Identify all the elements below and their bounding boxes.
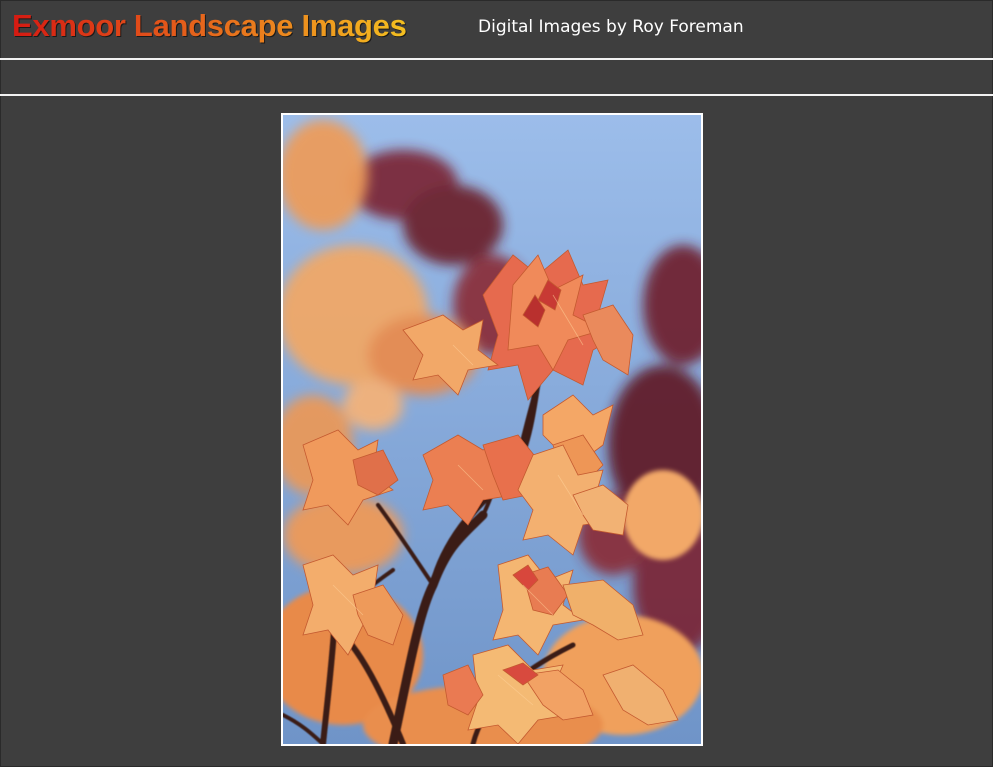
divider-bottom bbox=[0, 94, 993, 96]
site-header: Exmoor Landscape Images Digital Images b… bbox=[0, 0, 993, 58]
main-photo[interactable] bbox=[281, 113, 703, 746]
site-title[interactable]: Exmoor Landscape Images bbox=[12, 8, 407, 44]
photo-image bbox=[283, 115, 701, 744]
site-subtitle: Digital Images by Roy Foreman bbox=[478, 17, 744, 37]
nav-bar bbox=[0, 60, 993, 94]
